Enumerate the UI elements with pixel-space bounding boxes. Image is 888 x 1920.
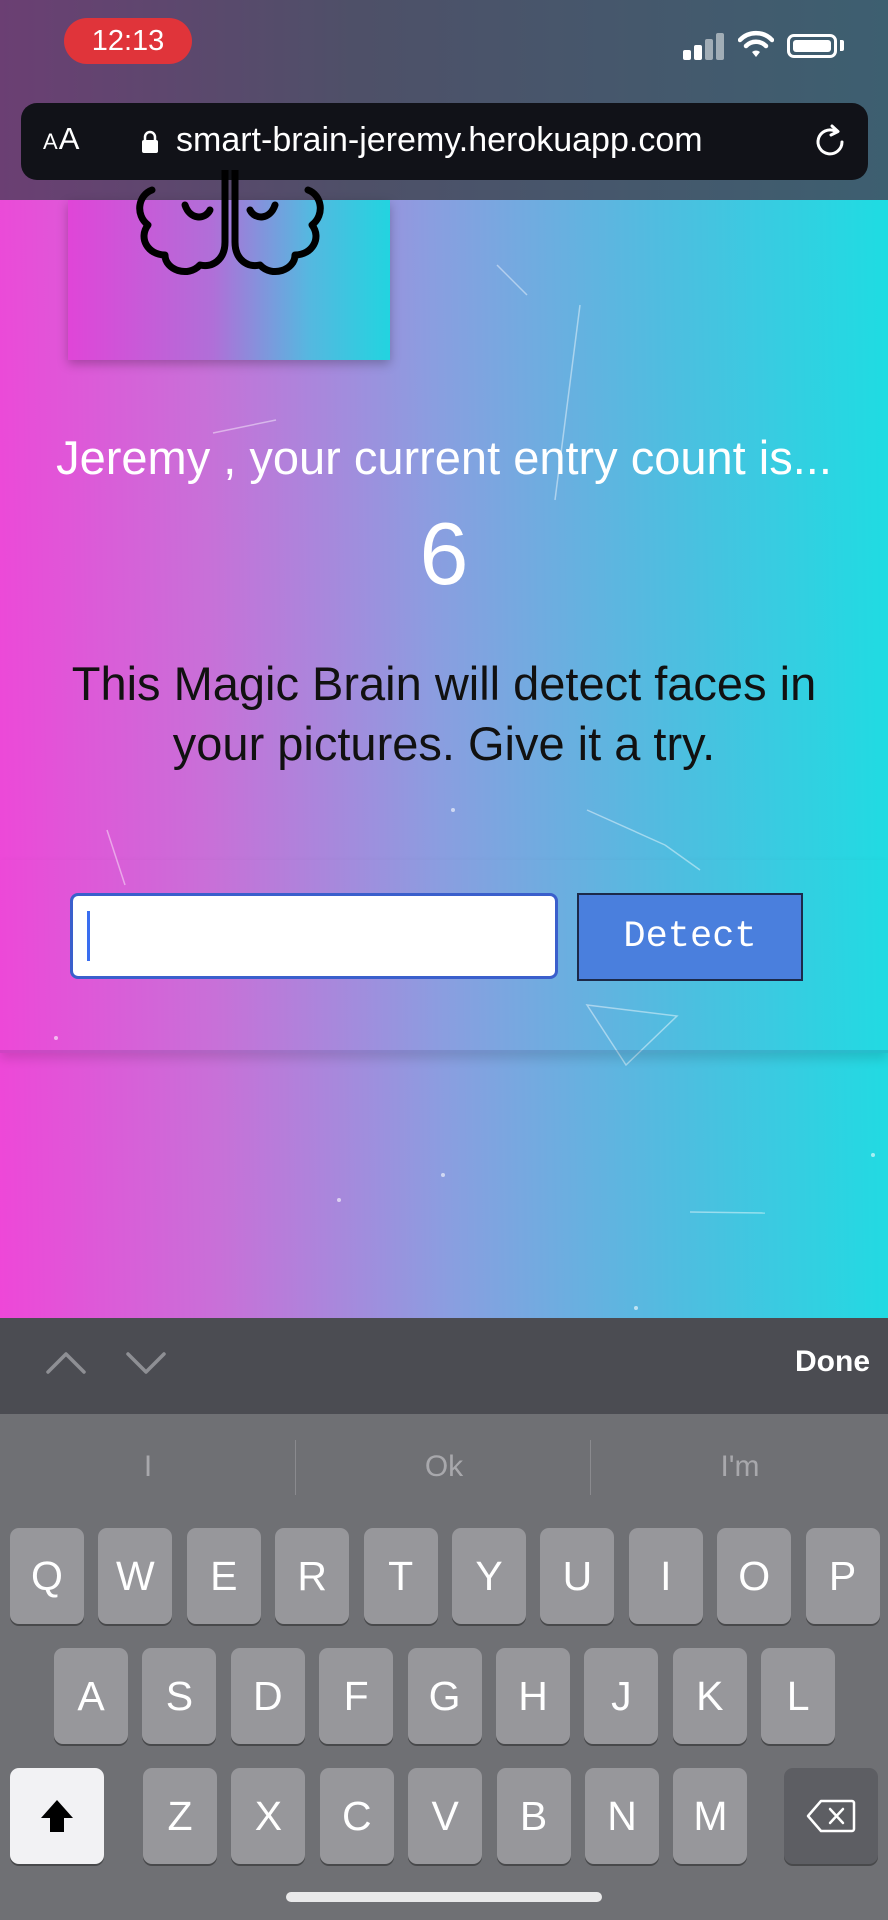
text-size-button[interactable]: AA — [43, 121, 80, 157]
key-u[interactable]: U — [540, 1528, 615, 1624]
url-text[interactable]: smart-brain-jeremy.herokuapp.com — [176, 121, 703, 160]
shift-key[interactable] — [10, 1768, 104, 1864]
key-q[interactable]: Q — [10, 1528, 84, 1624]
suggestion-divider — [590, 1440, 591, 1495]
entry-count-greeting: Jeremy , your current entry count is... — [56, 431, 832, 484]
done-button[interactable]: Done — [740, 1345, 870, 1379]
lock-icon — [142, 130, 158, 153]
key-z[interactable]: Z — [143, 1768, 217, 1864]
key-x[interactable]: X — [231, 1768, 306, 1864]
backspace-key[interactable] — [784, 1768, 878, 1864]
key-v[interactable]: V — [408, 1768, 483, 1864]
key-t[interactable]: T — [363, 1528, 438, 1624]
key-a[interactable]: A — [54, 1648, 128, 1744]
key-y[interactable]: Y — [452, 1528, 526, 1624]
backspace-icon — [806, 1799, 856, 1833]
key-j[interactable]: J — [584, 1648, 659, 1744]
wifi-icon — [738, 30, 774, 57]
key-f[interactable]: F — [319, 1648, 394, 1744]
detect-button[interactable]: Detect — [577, 893, 803, 981]
suggestion-3[interactable]: I'm — [592, 1450, 888, 1484]
key-g[interactable]: G — [407, 1648, 482, 1744]
key-r[interactable]: R — [275, 1528, 350, 1624]
key-i[interactable]: I — [628, 1528, 703, 1624]
entry-count-value: 6 — [419, 504, 469, 603]
signal-icon — [683, 32, 727, 60]
key-o[interactable]: O — [717, 1528, 792, 1624]
key-e[interactable]: E — [186, 1528, 261, 1624]
key-k[interactable]: K — [672, 1648, 747, 1744]
battery-tip — [840, 40, 844, 51]
text-caret — [87, 911, 90, 961]
status-time: 12:13 — [64, 18, 192, 64]
suggestion-1[interactable]: I — [0, 1450, 296, 1484]
chevron-up-icon[interactable] — [44, 1348, 88, 1378]
suggestion-2[interactable]: Ok — [296, 1450, 592, 1484]
key-c[interactable]: C — [319, 1768, 394, 1864]
chevron-down-icon[interactable] — [124, 1348, 168, 1378]
image-url-input[interactable] — [70, 893, 558, 979]
key-m[interactable]: M — [673, 1768, 748, 1864]
key-b[interactable]: B — [496, 1768, 571, 1864]
home-indicator — [286, 1892, 602, 1902]
reload-icon[interactable] — [811, 123, 849, 161]
battery-icon — [787, 34, 837, 58]
app-description: This Magic Brain will detect faces in yo… — [71, 657, 817, 770]
key-n[interactable]: N — [585, 1768, 659, 1864]
key-p[interactable]: P — [805, 1528, 880, 1624]
address-bar[interactable]: AA smart-brain-jeremy.herokuapp.com — [21, 103, 868, 180]
key-h[interactable]: H — [496, 1648, 570, 1744]
key-d[interactable]: D — [230, 1648, 305, 1744]
key-s[interactable]: S — [142, 1648, 217, 1744]
shift-icon — [41, 1800, 73, 1832]
key-l[interactable]: L — [761, 1648, 836, 1744]
brain-icon — [136, 170, 324, 275]
key-w[interactable]: W — [98, 1528, 173, 1624]
